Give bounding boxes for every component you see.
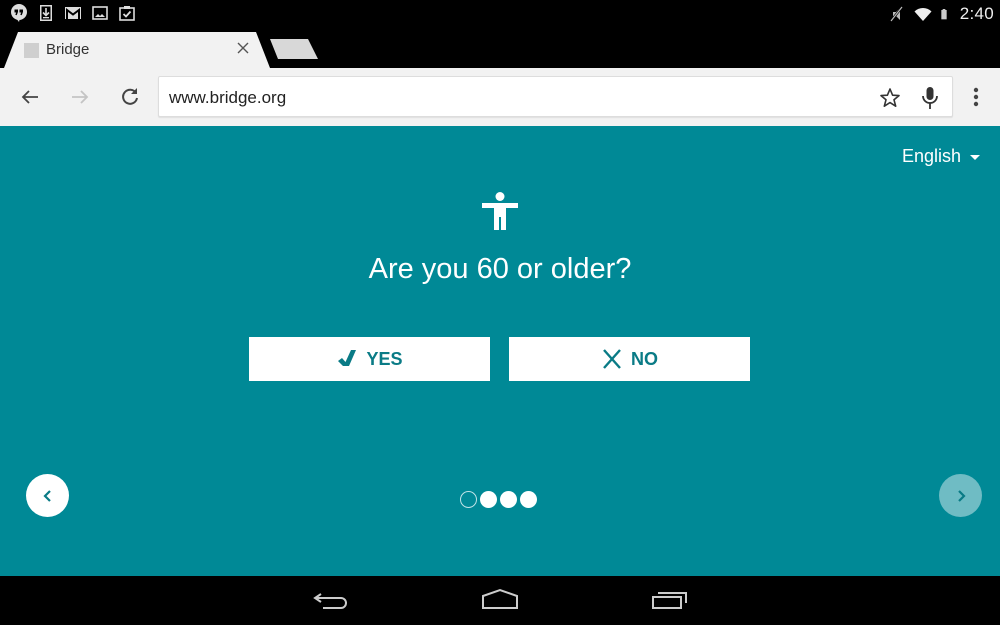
pager-dot[interactable]	[460, 491, 477, 508]
pager-dot[interactable]	[480, 491, 497, 508]
browser-tab[interactable]: Bridge	[4, 32, 270, 68]
clipboard-check-icon	[119, 6, 135, 21]
no-button[interactable]: NO	[509, 337, 750, 381]
download-icon	[40, 5, 52, 21]
image-icon	[92, 6, 108, 20]
new-tab-button[interactable]	[270, 39, 320, 60]
pager-dot[interactable]	[500, 491, 517, 508]
chevron-left-icon	[42, 489, 51, 502]
yes-button[interactable]: YES	[249, 337, 490, 381]
system-back-icon[interactable]	[313, 588, 351, 612]
status-bar: 2:40	[0, 0, 1000, 30]
favicon	[24, 43, 39, 58]
forward-arrow-icon[interactable]	[68, 85, 92, 109]
checkmark-icon	[338, 350, 357, 366]
yes-label: YES	[366, 348, 403, 369]
page-content: English Are you 60 or older? YES NO	[0, 126, 1000, 576]
battery-icon	[941, 9, 947, 20]
tab-title: Bridge	[46, 41, 90, 58]
tab-strip: Bridge	[0, 30, 1000, 68]
language-selector[interactable]: English	[902, 146, 980, 167]
url-text[interactable]: www.bridge.org	[169, 88, 286, 108]
system-recents-icon[interactable]	[651, 588, 689, 612]
close-tab-icon[interactable]	[234, 39, 252, 57]
gmail-icon	[65, 7, 81, 19]
microphone-icon[interactable]	[918, 85, 942, 111]
back-arrow-icon[interactable]	[18, 85, 42, 109]
pager-dot[interactable]	[520, 491, 537, 508]
dropdown-caret-icon	[970, 155, 980, 160]
bookmark-star-icon[interactable]	[878, 86, 902, 110]
question-heading: Are you 60 or older?	[368, 253, 632, 285]
previous-button[interactable]	[26, 474, 69, 517]
reload-icon[interactable]	[118, 85, 142, 109]
system-home-icon[interactable]	[481, 588, 519, 612]
more-menu-icon[interactable]	[968, 85, 984, 109]
hangouts-icon	[11, 4, 27, 22]
pager-dots	[460, 491, 537, 508]
tab-shape	[4, 32, 270, 68]
wifi-icon	[914, 7, 932, 21]
browser-toolbar: www.bridge.org	[0, 68, 1000, 126]
next-button[interactable]	[939, 474, 982, 517]
mute-icon	[889, 6, 903, 22]
x-icon	[603, 349, 621, 369]
system-navigation-bar	[0, 576, 1000, 625]
no-label: NO	[631, 348, 658, 369]
chevron-right-icon	[957, 489, 966, 502]
language-label: English	[901, 146, 961, 166]
status-clock: 2:40	[959, 4, 994, 23]
accessibility-person-icon	[482, 192, 518, 230]
address-bar[interactable]: www.bridge.org	[158, 76, 953, 117]
